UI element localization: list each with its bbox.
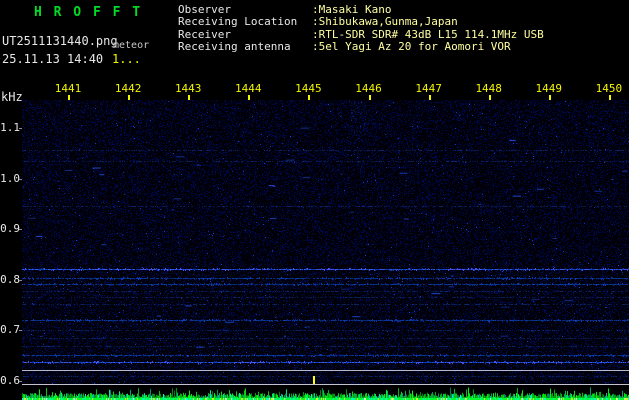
info-label: Receiving Location [178, 15, 298, 29]
y-tick-label: 0.8 [0, 272, 20, 286]
x-tick-label: 1450 [595, 82, 623, 95]
meteor-count: 1... [112, 52, 141, 66]
hrofft-window: H R O F F T UT2511131440.png meteor 25.1… [0, 0, 629, 400]
info-value: :5el Yagi Az 20 for Aomori VOR [312, 40, 511, 54]
x-tick-label: 1448 [475, 82, 502, 95]
signal-level-canvas [22, 386, 629, 400]
y-tick-label: 0.6 [0, 374, 20, 387]
info-row: Receiving antenna :5el Yagi Az 20 for Aom… [178, 40, 544, 54]
x-tick-label: 1442 [114, 82, 142, 95]
output-filename: UT2511131440.png [2, 34, 118, 48]
observation-info: Observer:Masaki Kano Receiving Location:S… [178, 3, 544, 54]
y-axis-unit: kHz [1, 90, 23, 104]
x-tick-label: 1446 [355, 82, 382, 95]
info-value: :Shibukawa,Gunma,Japan [312, 15, 458, 29]
info-value: :RTL-SDR SDR# 43dB L15 114.1MHz USB [312, 27, 544, 41]
x-tick-label: 1443 [174, 82, 202, 95]
x-tick-label: 1445 [295, 82, 322, 95]
app-title: H R O F F T [34, 5, 143, 20]
mode-label: meteor [113, 40, 150, 51]
info-value: :Masaki Kano [312, 3, 392, 16]
y-tick-label: 1.0 [0, 171, 20, 185]
x-tick-label: 1447 [415, 82, 442, 95]
y-tick-label: 1.1 [0, 121, 20, 134]
x-tick-label: 1444 [235, 82, 262, 95]
x-tick-label: 1449 [535, 82, 563, 95]
datetime-label: 25.11.13 14:40 [2, 52, 104, 66]
x-tick-label: 1441 [54, 82, 82, 95]
spectrogram-canvas [22, 100, 629, 385]
y-tick-label: 0.7 [0, 323, 20, 337]
info-label: Receiving antenna [178, 40, 291, 54]
y-tick-label: 0.9 [0, 222, 20, 236]
